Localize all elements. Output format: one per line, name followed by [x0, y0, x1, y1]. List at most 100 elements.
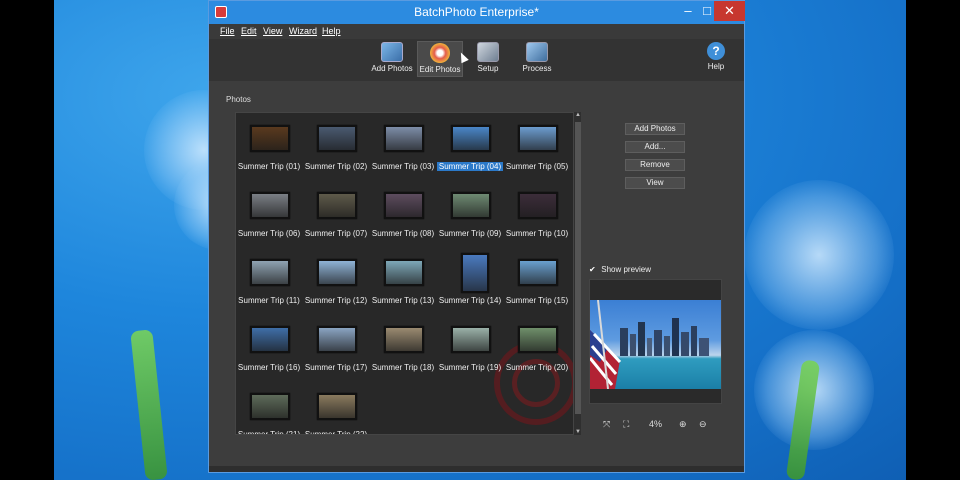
thumbnail-item[interactable]: Summer Trip (12): [303, 253, 369, 315]
thumbnail-image[interactable]: [317, 259, 357, 286]
thumbnail-label: Summer Trip (02): [304, 162, 368, 171]
thumbnail-label: Summer Trip (15): [505, 296, 569, 305]
thumbnail-image[interactable]: [317, 393, 357, 420]
scroll-down-arrow[interactable]: ▼: [574, 429, 582, 435]
fit-icon[interactable]: ⤧: [603, 419, 610, 430]
thumbnail-item[interactable]: Summer Trip (11): [236, 253, 302, 315]
help-tool-label: Help: [707, 62, 725, 71]
thumbnail-image[interactable]: [250, 125, 290, 152]
menu-help[interactable]: Help: [322, 26, 341, 36]
thumbnail-image[interactable]: [250, 259, 290, 286]
thumbnail-item[interactable]: Summer Trip (04): [437, 119, 503, 181]
photos-section-label: Photos: [226, 95, 251, 104]
setup-tool[interactable]: Setup: [465, 41, 511, 77]
thumbnail-label: Summer Trip (16): [237, 363, 301, 372]
menu-view[interactable]: View: [263, 26, 282, 36]
edit-photos-icon: [430, 43, 450, 63]
show-preview-checkbox[interactable]: ✔: [589, 266, 597, 274]
scroll-up-arrow[interactable]: ▲: [574, 112, 582, 118]
add-photos-button[interactable]: Add Photos: [625, 123, 685, 135]
thumbnail-image[interactable]: [250, 192, 290, 219]
thumbnail-image[interactable]: [250, 326, 290, 353]
add-button[interactable]: Add...: [625, 141, 685, 153]
expand-icon[interactable]: ⛶: [623, 419, 629, 430]
thumbnail-image[interactable]: [384, 259, 424, 286]
thumbnail-label: Summer Trip (09): [438, 229, 502, 238]
zoom-level: 4%: [649, 419, 663, 429]
preview-image: [590, 299, 721, 390]
screen: BatchPhoto Enterprise* – □ ✕ File Edit V…: [0, 0, 960, 480]
menu-edit[interactable]: Edit: [241, 26, 257, 36]
thumbnail-item[interactable]: Summer Trip (08): [370, 186, 436, 248]
show-preview-label: Show preview: [601, 265, 652, 274]
thumbnail-image[interactable]: [461, 253, 489, 293]
thumbnail-image[interactable]: [451, 125, 491, 152]
thumbnail-label: Summer Trip (06): [237, 229, 301, 238]
thumbnail-image[interactable]: [317, 125, 357, 152]
flower-decoration: [744, 180, 894, 330]
view-button[interactable]: View: [625, 177, 685, 189]
thumbnail-item[interactable]: Summer Trip (21): [236, 387, 302, 434]
thumbnail-item[interactable]: Summer Trip (07): [303, 186, 369, 248]
thumbnail-label: Summer Trip (11): [238, 296, 300, 305]
thumbnail-item[interactable]: Summer Trip (13): [370, 253, 436, 315]
scroll-thumb[interactable]: [575, 122, 581, 414]
grid-scrollbar[interactable]: ▲ ▼: [573, 112, 581, 435]
thumbnail-label: Summer Trip (22): [304, 430, 368, 435]
help-tool[interactable]: ? Help: [693, 41, 739, 77]
thumbnail-item[interactable]: Summer Trip (16): [236, 320, 302, 382]
menu-file[interactable]: File: [220, 26, 235, 36]
thumbnail-item[interactable]: Summer Trip (19): [437, 320, 503, 382]
thumbnail-label: Summer Trip (12): [304, 296, 368, 305]
minimize-button[interactable]: –: [675, 1, 701, 21]
thumbnail-item[interactable]: Summer Trip (03): [370, 119, 436, 181]
thumbnail-item[interactable]: Summer Trip (10): [504, 186, 570, 248]
status-bar: [209, 466, 744, 472]
add-photos-tool-label: Add Photos: [371, 64, 413, 73]
thumbnail-label: Summer Trip (13): [371, 296, 435, 305]
thumbnail-image[interactable]: [518, 125, 558, 152]
process-icon: [526, 42, 548, 62]
menu-wizard[interactable]: Wizard: [289, 26, 317, 36]
thumbnail-image[interactable]: [384, 326, 424, 353]
thumbnail-item[interactable]: Summer Trip (18): [370, 320, 436, 382]
thumbnail-image[interactable]: [451, 326, 491, 353]
thumbnail-item[interactable]: Summer Trip (22): [303, 387, 369, 435]
thumbnail-image[interactable]: [518, 326, 558, 353]
thumbnail-item[interactable]: Summer Trip (01): [236, 119, 302, 181]
thumbnail-item[interactable]: Summer Trip (06): [236, 186, 302, 248]
edit-photos-tool[interactable]: Edit Photos: [417, 41, 463, 77]
thumbnail-image[interactable]: [250, 393, 290, 420]
thumbnail-item[interactable]: Summer Trip (09): [437, 186, 503, 248]
toolbar: Add Photos Edit Photos Setup Process ? H…: [209, 39, 744, 81]
setup-tool-label: Setup: [477, 64, 499, 73]
thumbnail-grid[interactable]: Summer Trip (01) Summer Trip (02) Summer T…: [235, 112, 580, 435]
thumbnail-label: Summer Trip (20): [505, 363, 569, 372]
remove-button[interactable]: Remove: [625, 159, 685, 171]
title-bar[interactable]: BatchPhoto Enterprise* – □ ✕: [209, 1, 745, 24]
thumbnail-image[interactable]: [518, 192, 558, 219]
show-preview-toggle[interactable]: ✔ Show preview: [589, 265, 651, 274]
thumbnail-item[interactable]: Summer Trip (02): [303, 119, 369, 181]
thumbnail-item[interactable]: Summer Trip (05): [504, 119, 570, 181]
thumbnail-label: Summer Trip (19): [438, 363, 502, 372]
zoom-out-icon[interactable]: ⊖: [699, 419, 707, 430]
process-tool[interactable]: Process: [514, 41, 560, 77]
maximize-button[interactable]: □: [701, 1, 713, 21]
thumbnail-image[interactable]: [518, 259, 558, 286]
app-window: BatchPhoto Enterprise* – □ ✕ File Edit V…: [208, 0, 745, 473]
close-button[interactable]: ✕: [714, 1, 745, 21]
thumbnail-label: Summer Trip (18): [371, 363, 435, 372]
preview-zoom-bar: ⤧ ⛶ 4% ⊕ ⊖: [589, 419, 722, 431]
add-photos-tool[interactable]: Add Photos: [369, 41, 415, 77]
thumbnail-item[interactable]: Summer Trip (17): [303, 320, 369, 382]
thumbnail-image[interactable]: [317, 192, 357, 219]
thumbnail-image[interactable]: [451, 192, 491, 219]
thumbnail-image[interactable]: [384, 125, 424, 152]
thumbnail-image[interactable]: [317, 326, 357, 353]
thumbnail-image[interactable]: [384, 192, 424, 219]
thumbnail-item[interactable]: Summer Trip (20): [504, 320, 570, 382]
zoom-in-icon[interactable]: ⊕: [679, 419, 687, 430]
thumbnail-item[interactable]: Summer Trip (14): [437, 253, 503, 315]
thumbnail-item[interactable]: Summer Trip (15): [504, 253, 570, 315]
